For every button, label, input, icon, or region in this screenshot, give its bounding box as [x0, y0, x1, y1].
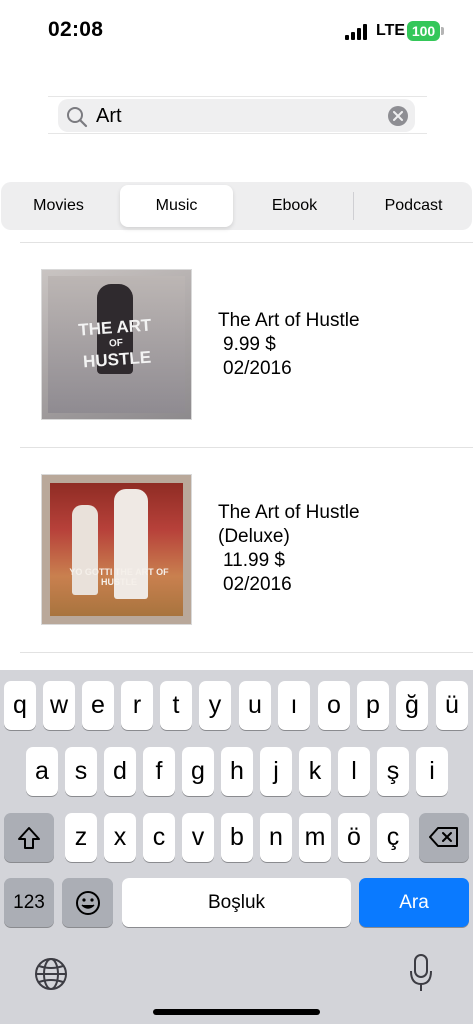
status-bar: 02:08 LTE 100: [0, 0, 473, 62]
status-time: 02:08: [48, 18, 104, 41]
key-h[interactable]: h: [221, 747, 253, 796]
key-l[interactable]: l: [338, 747, 370, 796]
home-indicator: [153, 1009, 320, 1015]
key-t[interactable]: t: [160, 681, 192, 730]
search-bar: [48, 96, 427, 134]
tab-ebook[interactable]: Ebook: [237, 185, 352, 227]
key-g-breve[interactable]: ğ: [396, 681, 428, 730]
result-title: The Art of Hustle: [218, 502, 360, 523]
keyboard: q w e r t y u ı o p ğ ü a s d f g h j k …: [0, 670, 473, 1024]
key-y[interactable]: y: [199, 681, 231, 730]
key-w[interactable]: w: [43, 681, 75, 730]
list-item[interactable]: YO GOTTI THE ART OF HUSTLE The Art of Hu…: [20, 448, 473, 652]
key-o[interactable]: o: [318, 681, 350, 730]
search-return-key[interactable]: Ara: [359, 878, 469, 927]
artwork-text: YO GOTTI THE ART OF HUSTLE: [69, 567, 169, 587]
result-title-line2: (Deluxe): [218, 526, 290, 547]
tab-podcast[interactable]: Podcast: [355, 185, 472, 227]
segment-separator: [353, 192, 354, 220]
globe-icon[interactable]: [33, 956, 69, 992]
key-e[interactable]: e: [82, 681, 114, 730]
category-segmented-control: Movies Music Ebook Podcast: [1, 182, 472, 230]
key-p[interactable]: p: [357, 681, 389, 730]
list-item[interactable]: THE ART OF HUSTLE The Art of Hustle 9.99…: [20, 243, 473, 447]
key-i[interactable]: i: [416, 747, 448, 796]
key-s-cedilla[interactable]: ş: [377, 747, 409, 796]
result-price: 9.99 $: [223, 334, 276, 355]
key-o-umlaut[interactable]: ö: [338, 813, 370, 862]
key-u[interactable]: u: [239, 681, 271, 730]
key-a[interactable]: a: [26, 747, 58, 796]
search-input[interactable]: [96, 102, 376, 130]
microphone-icon[interactable]: [409, 953, 433, 993]
list-divider: [20, 652, 473, 653]
numbers-key[interactable]: 123: [4, 878, 54, 927]
result-date: 02/2016: [223, 358, 292, 379]
key-k[interactable]: k: [299, 747, 331, 796]
result-title: The Art of Hustle: [218, 310, 360, 331]
key-c[interactable]: c: [143, 813, 175, 862]
shift-icon: [18, 827, 40, 849]
key-s[interactable]: s: [65, 747, 97, 796]
key-f[interactable]: f: [143, 747, 175, 796]
search-icon: [67, 107, 88, 128]
key-d[interactable]: d: [104, 747, 136, 796]
result-info: The Art of Hustle (Deluxe) 11.99 $ 02/20…: [218, 501, 360, 597]
search-field[interactable]: [58, 99, 415, 132]
tab-music[interactable]: Music: [120, 185, 233, 227]
shift-key[interactable]: [4, 813, 54, 862]
key-x[interactable]: x: [104, 813, 136, 862]
emoji-key[interactable]: [62, 878, 113, 927]
key-u-umlaut[interactable]: ü: [436, 681, 468, 730]
key-dotless-i[interactable]: ı: [278, 681, 310, 730]
cellular-signal-icon: [345, 24, 369, 40]
key-j[interactable]: j: [260, 747, 292, 796]
space-key[interactable]: Boşluk: [122, 878, 351, 927]
key-g[interactable]: g: [182, 747, 214, 796]
battery-icon: 100: [407, 21, 440, 41]
album-artwork: THE ART OF HUSTLE: [41, 269, 192, 420]
key-r[interactable]: r: [121, 681, 153, 730]
key-v[interactable]: v: [182, 813, 214, 862]
battery-tip: [441, 27, 444, 35]
result-price: 11.99 $: [223, 550, 285, 571]
result-date: 02/2016: [223, 574, 292, 595]
result-info: The Art of Hustle 9.99 $ 02/2016: [218, 309, 360, 381]
backspace-icon: [429, 827, 458, 847]
key-b[interactable]: b: [221, 813, 253, 862]
key-z[interactable]: z: [65, 813, 97, 862]
delete-key[interactable]: [419, 813, 469, 862]
key-q[interactable]: q: [4, 681, 36, 730]
tab-movies[interactable]: Movies: [1, 185, 116, 227]
key-m[interactable]: m: [299, 813, 331, 862]
key-n[interactable]: n: [260, 813, 292, 862]
network-type: LTE: [376, 22, 406, 39]
emoji-icon: [75, 891, 100, 915]
key-c-cedilla[interactable]: ç: [377, 813, 409, 862]
album-artwork: YO GOTTI THE ART OF HUSTLE: [41, 474, 192, 625]
clear-icon[interactable]: [388, 106, 408, 126]
